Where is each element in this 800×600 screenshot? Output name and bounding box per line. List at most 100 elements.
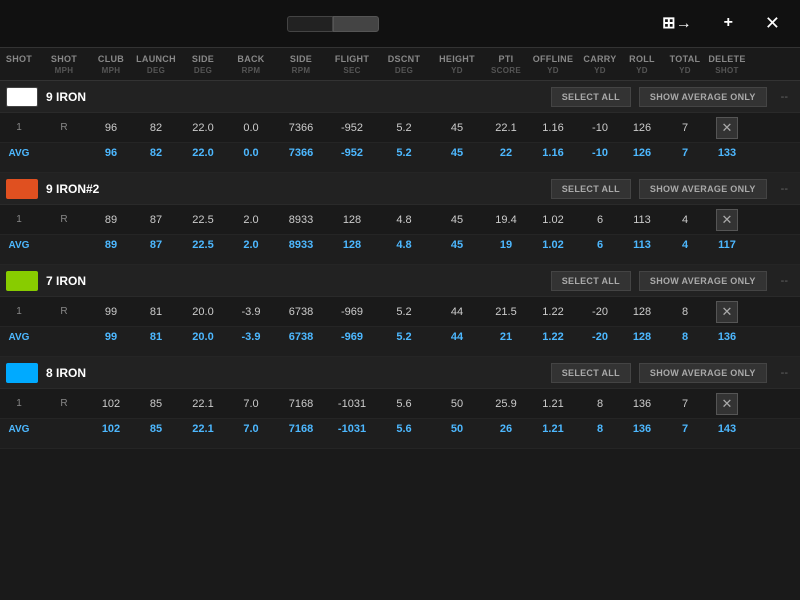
cell-3: 85	[132, 396, 180, 412]
delete-cell: ✕	[708, 207, 746, 233]
avg-cell-10: 22	[484, 145, 528, 161]
avg-cell-10: 21	[484, 329, 528, 345]
cell-5: 7.0	[226, 396, 276, 412]
cell-4: 20.0	[180, 304, 226, 320]
cell-4: 22.1	[180, 396, 226, 412]
col-header-pti-10: PTISCORE	[484, 54, 528, 76]
delete-shot-button[interactable]: ✕	[716, 393, 738, 415]
avg-cell-7: -1031	[326, 421, 378, 437]
cell-1: R	[38, 304, 90, 319]
delete-cell: ✕	[708, 391, 746, 417]
cell-2: 102	[90, 396, 132, 412]
avg-cell-9: 44	[430, 329, 484, 345]
avg-cell-1	[38, 427, 90, 431]
club-actions: SELECT ALL SHOW AVERAGE ONLY	[551, 179, 767, 199]
avg-cell-4: 20.0	[180, 329, 226, 345]
show-average-only-button[interactable]: SHOW AVERAGE ONLY	[639, 271, 767, 291]
export-button[interactable]: ⊞→	[654, 9, 699, 39]
cell-13: 128	[622, 304, 662, 320]
avg-cell-16	[0, 166, 38, 170]
avg-row: AVG1028522.17.07168-10315.650261.2181367…	[0, 419, 800, 449]
select-all-button[interactable]: SELECT ALL	[551, 271, 631, 291]
select-all-button[interactable]: SELECT ALL	[551, 87, 631, 107]
delete-shot-button[interactable]: ✕	[716, 209, 738, 231]
show-average-only-button[interactable]: SHOW AVERAGE ONLY	[639, 363, 767, 383]
cell-7: -969	[326, 304, 378, 320]
avg-cell-8: 5.6	[378, 421, 430, 437]
avg-cell-14: 8	[662, 329, 708, 345]
avg-cell-11: 1.02	[528, 237, 578, 253]
club-name: 8 IRON	[46, 366, 551, 380]
club-actions: SELECT ALL SHOW AVERAGE ONLY	[551, 271, 767, 291]
cell-12: 6	[578, 212, 622, 228]
col-header-total-14: TOTALYD	[662, 54, 708, 76]
new-session-button[interactable]: +	[716, 10, 741, 38]
column-headers: SHOTSHOTMPHCLUBMPHLAUNCHDEGSIDEDEGBACKRP…	[0, 48, 800, 81]
cell-14: 7	[662, 120, 708, 136]
cell-5: -3.9	[226, 304, 276, 320]
avg-cell-3: 85	[132, 421, 180, 437]
cell-4: 22.5	[180, 212, 226, 228]
show-average-only-button[interactable]: SHOW AVERAGE ONLY	[639, 87, 767, 107]
avg-cell-15: 117	[708, 237, 746, 253]
col-header-carry-12: CARRYYD	[578, 54, 622, 76]
cell-13: 113	[622, 212, 662, 228]
avg-cell-16	[0, 442, 38, 446]
cell-3: 81	[132, 304, 180, 320]
avg-cell-4: 22.1	[180, 421, 226, 437]
cell-6: 7168	[276, 396, 326, 412]
col-header-side-4: SIDEDEG	[180, 54, 226, 76]
tab-shot-history[interactable]	[287, 16, 333, 32]
tab-shot-plotting[interactable]	[333, 16, 379, 32]
delete-shot-button[interactable]: ✕	[716, 117, 738, 139]
avg-cell-9: 50	[430, 421, 484, 437]
cell-8: 4.8	[378, 212, 430, 228]
cell-6: 6738	[276, 304, 326, 320]
cell-7: -1031	[326, 396, 378, 412]
cell-12: 8	[578, 396, 622, 412]
avg-cell-5: 7.0	[226, 421, 276, 437]
avg-cell-5: 0.0	[226, 145, 276, 161]
avg-cell-3: 82	[132, 145, 180, 161]
avg-label: AVG	[0, 146, 38, 161]
club-header-row: 9 IRON#2SELECT ALLSHOW AVERAGE ONLY--	[0, 173, 800, 205]
cell-0: 1	[0, 304, 38, 319]
club-collapse-button[interactable]: --	[775, 183, 794, 195]
cell-14: 8	[662, 304, 708, 320]
club-color-swatch	[6, 363, 38, 383]
cell-9: 44	[430, 304, 484, 320]
cell-11: 1.02	[528, 212, 578, 228]
avg-cell-8: 5.2	[378, 145, 430, 161]
avg-cell-14: 7	[662, 421, 708, 437]
avg-cell-9: 45	[430, 145, 484, 161]
show-average-only-button[interactable]: SHOW AVERAGE ONLY	[639, 179, 767, 199]
cell-1: R	[38, 120, 90, 135]
avg-cell-12: -10	[578, 145, 622, 161]
avg-cell-11: 1.22	[528, 329, 578, 345]
avg-cell-6: 6738	[276, 329, 326, 345]
club-collapse-button[interactable]: --	[775, 367, 794, 379]
select-all-button[interactable]: SELECT ALL	[551, 179, 631, 199]
cell-8: 5.2	[378, 304, 430, 320]
avg-cell-13: 136	[622, 421, 662, 437]
club-actions: SELECT ALL SHOW AVERAGE ONLY	[551, 87, 767, 107]
select-all-button[interactable]: SELECT ALL	[551, 363, 631, 383]
close-button[interactable]: ✕	[757, 9, 788, 38]
avg-cell-11: 1.21	[528, 421, 578, 437]
table-row: 1R1028522.17.07168-10315.65025.91.218136…	[0, 389, 800, 419]
col-header-dscnt-8: DSCNTDEG	[378, 54, 430, 76]
cell-10: 22.1	[484, 120, 528, 136]
club-collapse-button[interactable]: --	[775, 275, 794, 287]
avg-cell-13: 128	[622, 329, 662, 345]
cell-2: 89	[90, 212, 132, 228]
delete-shot-button[interactable]: ✕	[716, 301, 738, 323]
avg-cell-7: -952	[326, 145, 378, 161]
cell-14: 4	[662, 212, 708, 228]
cell-5: 0.0	[226, 120, 276, 136]
club-collapse-button[interactable]: --	[775, 91, 794, 103]
cell-7: 128	[326, 212, 378, 228]
avg-label: AVG	[0, 422, 38, 437]
avg-cell-3: 87	[132, 237, 180, 253]
avg-cell-6: 7366	[276, 145, 326, 161]
cell-14: 7	[662, 396, 708, 412]
